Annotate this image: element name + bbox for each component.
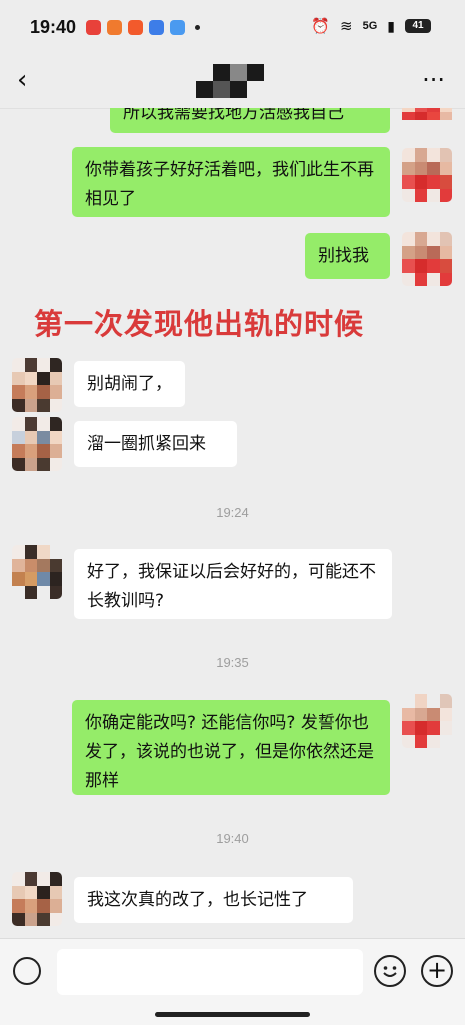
message-text: 你带着孩子好好活着吧，我们此生不再相见了 — [85, 160, 374, 209]
timestamp: 19:24 — [216, 505, 249, 520]
chevron-left-icon[interactable]: ‹ — [17, 67, 41, 93]
contact-name-mosaic — [196, 64, 264, 98]
my-avatar[interactable] — [402, 694, 452, 748]
battery-icon: 41 — [405, 19, 431, 33]
message-bubble-received[interactable]: 好了，我保证以后会好好的，可能还不长教训吗? — [74, 549, 392, 619]
app-notification-icon — [86, 20, 101, 35]
app-notification-icon — [107, 20, 122, 35]
smile-face-icon — [383, 966, 397, 977]
my-avatar[interactable] — [402, 232, 452, 286]
plus-icon[interactable]: + — [421, 955, 453, 987]
contact-avatar[interactable] — [12, 545, 62, 599]
message-text: 别找我 — [318, 246, 369, 266]
more-notifications-dot — [195, 25, 200, 30]
message-bubble-received[interactable]: 我这次真的改了，也长记性了 — [74, 877, 353, 923]
wifi-icon: ≋ — [340, 18, 353, 35]
notification-icons — [86, 20, 200, 35]
status-bar: 19:40 ⏰ ≋ 5G ▮ 41 — [0, 0, 465, 56]
message-bubble-sent[interactable]: 你带着孩子好好活着吧，我们此生不再相见了 — [72, 147, 390, 217]
network-type: 5G — [362, 20, 378, 32]
signal-icon: ▮ — [387, 17, 395, 34]
contact-avatar[interactable] — [12, 417, 62, 471]
message-text: 所以我需要找地方活感我自己 — [123, 108, 344, 123]
message-bubble-sent[interactable]: 你确定能改吗? 还能信你吗? 发誓你也发了，该说的也说了，但是你依然还是那样 — [72, 700, 390, 795]
message-input[interactable] — [57, 949, 363, 995]
chat-header: ‹ ··· — [0, 56, 465, 109]
message-bubble-sent[interactable]: 所以我需要找地方活感我自己 — [110, 108, 390, 133]
timestamp: 19:35 — [216, 655, 249, 670]
message-bubble-received[interactable]: 溜一圈抓紧回来 — [74, 421, 237, 467]
app-notification-icon — [149, 20, 164, 35]
message-text: 我这次真的改了，也长记性了 — [87, 890, 308, 910]
timestamp: 19:40 — [216, 831, 249, 846]
overlay-caption: 第一次发现他出轨的时候 — [34, 307, 365, 341]
system-icons: ⏰ ≋ 5G ▮ 41 — [311, 17, 431, 35]
message-text: 别胡闹了， — [87, 374, 172, 394]
chat-area[interactable]: 所以我需要找地方活感我自己 你带着孩子好好活着吧，我们此生不再相见了 别找我 第… — [0, 108, 465, 938]
app-notification-icon — [170, 20, 185, 35]
my-avatar[interactable] — [402, 148, 452, 202]
message-bubble-received[interactable]: 别胡闹了， — [74, 361, 185, 407]
ellipsis-icon[interactable]: ··· — [422, 68, 445, 92]
contact-avatar[interactable] — [12, 872, 62, 926]
my-avatar[interactable] — [402, 108, 452, 137]
message-bubble-sent[interactable]: 别找我 — [305, 233, 390, 279]
message-text: 好了，我保证以后会好好的，可能还不长教训吗? — [87, 562, 376, 611]
status-time: 19:40 — [30, 17, 77, 37]
voice-input-icon[interactable] — [13, 957, 41, 985]
alarm-icon: ⏰ — [311, 18, 331, 35]
message-text: 溜一圈抓紧回来 — [87, 434, 206, 454]
app-notification-icon — [128, 20, 143, 35]
emoji-icon[interactable] — [374, 955, 406, 987]
home-indicator — [155, 1012, 310, 1017]
message-text: 你确定能改吗? 还能信你吗? 发誓你也发了，该说的也说了，但是你依然还是那样 — [85, 713, 374, 791]
contact-avatar[interactable] — [12, 358, 62, 412]
